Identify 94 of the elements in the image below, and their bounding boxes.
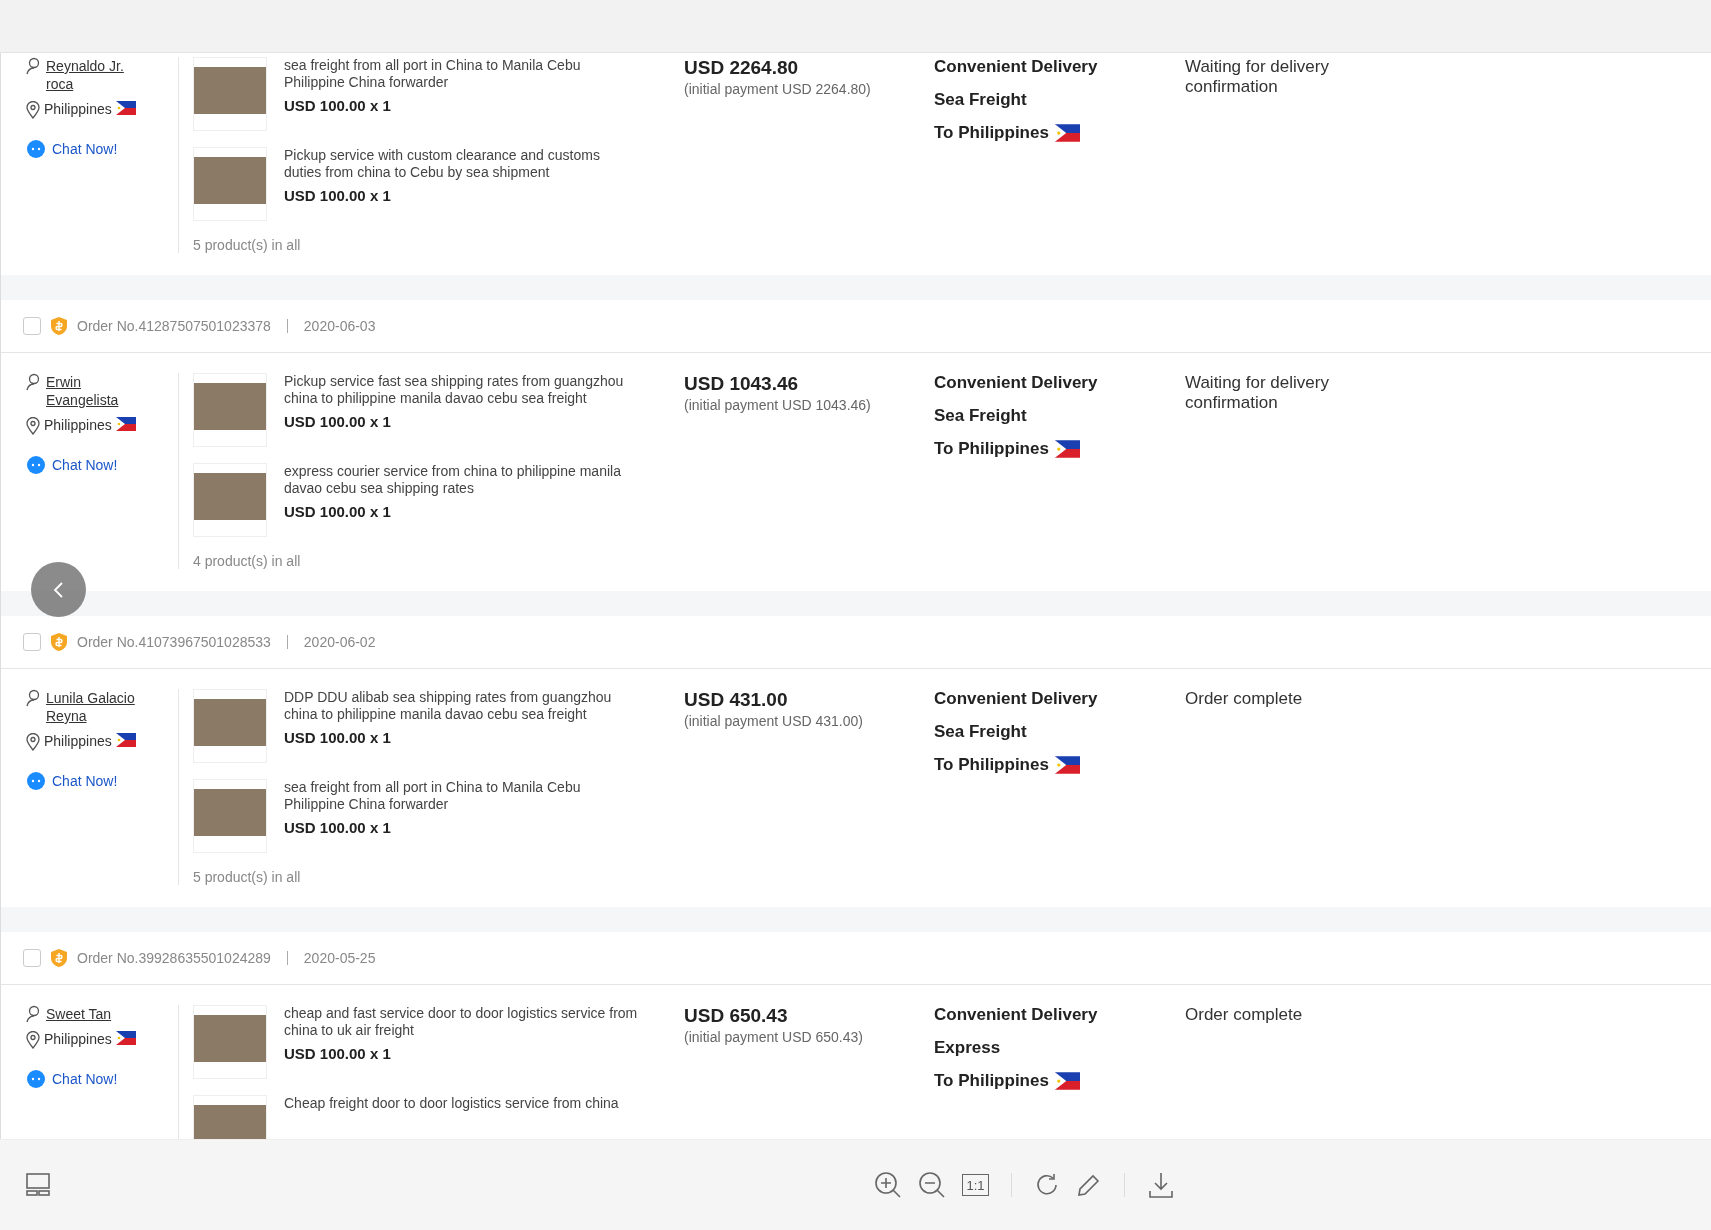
buyer-country: Philippines [44,417,112,433]
philippines-flag-icon [1054,1072,1080,1090]
product-title[interactable]: Cheap freight door to door logistics service from china [284,1095,639,1112]
location-pin-icon [26,101,40,119]
checkbox[interactable] [23,317,41,335]
product-count: 5 product(s) in all [193,869,302,885]
product-title[interactable]: Pickup service fast sea shipping rates from guangzhou china to philippine manila davao cebu sea freight [284,373,639,407]
person-icon [26,689,42,707]
delivery-info: Convenient Delivery [934,689,1098,709]
order-total: USD 650.43 [684,1005,789,1027]
location-pin-icon [26,417,40,435]
order-date: 2020-05-25 [303,950,376,966]
product-price: USD 100.00 x 1 [284,413,392,430]
buyer-name-link[interactable]: Lunila Galacio Reyna [46,689,146,725]
delivery-info: Convenient Delivery [934,373,1098,393]
philippines-flag-icon [1054,124,1080,142]
order-status: Waiting for delivery confirmation [1185,373,1330,414]
chat-bubble-icon [26,139,46,159]
delivery-info: To Philippines [934,123,1049,143]
order-date: 2020-06-02 [303,634,376,650]
location-pin-icon [26,1031,40,1049]
delivery-info: Convenient Delivery [934,57,1098,77]
chat-now-link[interactable]: Chat Now! [52,1071,118,1087]
shield-badge-icon [49,316,69,336]
chat-now-link[interactable]: Chat Now! [52,773,118,789]
thumbnail-layout-icon[interactable] [26,1172,50,1196]
order-number: Order No.41287507501023378 [77,318,271,334]
delivery-info: To Philippines [934,439,1049,459]
philippines-flag-icon [1054,756,1080,774]
order-date: 2020-06-03 [303,318,376,334]
philippines-flag-icon [115,101,136,115]
product-price: USD 100.00 x 1 [284,1045,392,1062]
chat-now-link[interactable]: Chat Now! [52,141,118,157]
delivery-info: Express [934,1038,1001,1058]
location-pin-icon [26,733,40,751]
buyer-name-link[interactable]: Sweet Tan [46,1005,146,1023]
download-icon[interactable] [1147,1171,1175,1199]
zoom-out-icon[interactable] [918,1171,946,1199]
product-title[interactable]: Pickup service with custom clearance and customs duties from china to Cebu by sea shipment [284,147,639,181]
delivery-info: Convenient Delivery [934,1005,1098,1025]
actual-size-button[interactable]: 1:1 [962,1174,989,1196]
delivery-info: Sea Freight [934,722,1027,742]
order-status: Order complete [1185,1005,1304,1026]
product-price: USD 100.00 x 1 [284,819,392,836]
checkbox[interactable] [23,633,41,651]
order-total: USD 2264.80 [684,57,800,79]
product-title[interactable]: cheap and fast service door to door logistics service from china to uk air freight [284,1005,639,1039]
chat-bubble-icon [26,771,46,791]
product-price: USD 100.00 x 1 [284,187,392,204]
initial-payment: (initial payment USD 1043.46) [684,397,872,413]
product-price: USD 100.00 x 1 [284,729,392,746]
product-title[interactable]: sea freight from all port in China to Manila Cebu Philippine China forwarder [284,779,639,813]
philippines-flag-icon [1054,440,1080,458]
zoom-in-icon[interactable] [874,1171,902,1199]
product-count: 4 product(s) in all [193,553,302,569]
product-count: 5 product(s) in all [193,237,302,253]
order-status: Order complete [1185,689,1304,710]
person-icon [26,1005,42,1023]
delivery-info: To Philippines [934,755,1049,775]
pencil-icon[interactable] [1076,1172,1102,1198]
philippines-flag-icon [115,733,136,747]
buyer-name-link[interactable]: Erwin Evangelista [46,373,146,409]
order-total: USD 431.00 [684,689,789,711]
shield-badge-icon [49,632,69,652]
buyer-name-link[interactable]: Reynaldo Jr. roca [46,57,146,93]
order-total: USD 1043.46 [684,373,800,395]
checkbox[interactable] [23,949,41,967]
chat-now-link[interactable]: Chat Now! [52,457,118,473]
order-status: Waiting for delivery confirmation [1185,57,1330,98]
product-title[interactable]: DDP DDU alibab sea shipping rates from guangzhou china to philippine manila davao cebu sea freight [284,689,639,723]
person-icon [26,57,42,75]
philippines-flag-icon [115,417,136,431]
product-price: USD 100.00 x 1 [284,97,392,114]
chat-bubble-icon [26,1069,46,1089]
initial-payment: (initial payment USD 650.43) [684,1029,864,1045]
chat-bubble-icon [26,455,46,475]
buyer-country: Philippines [44,101,112,117]
product-price: USD 100.00 x 1 [284,503,392,520]
person-icon [26,373,42,391]
order-number: Order No.39928635501024289 [77,950,271,966]
initial-payment: (initial payment USD 2264.80) [684,81,872,97]
philippines-flag-icon [115,1031,136,1045]
delivery-info: Sea Freight [934,406,1027,426]
buyer-country: Philippines [44,733,112,749]
rotate-icon[interactable] [1034,1172,1060,1198]
product-title[interactable]: sea freight from all port in China to Manila Cebu Philippine China forwarder [284,57,639,91]
order-number: Order No.41073967501028533 [77,634,271,650]
buyer-country: Philippines [44,1031,112,1047]
previous-button[interactable] [31,562,86,617]
delivery-info: To Philippines [934,1071,1049,1091]
product-title[interactable]: express courier service from china to philippine manila davao cebu sea shipping rates [284,463,639,497]
delivery-info: Sea Freight [934,90,1027,110]
initial-payment: (initial payment USD 431.00) [684,713,864,729]
shield-badge-icon [49,948,69,968]
